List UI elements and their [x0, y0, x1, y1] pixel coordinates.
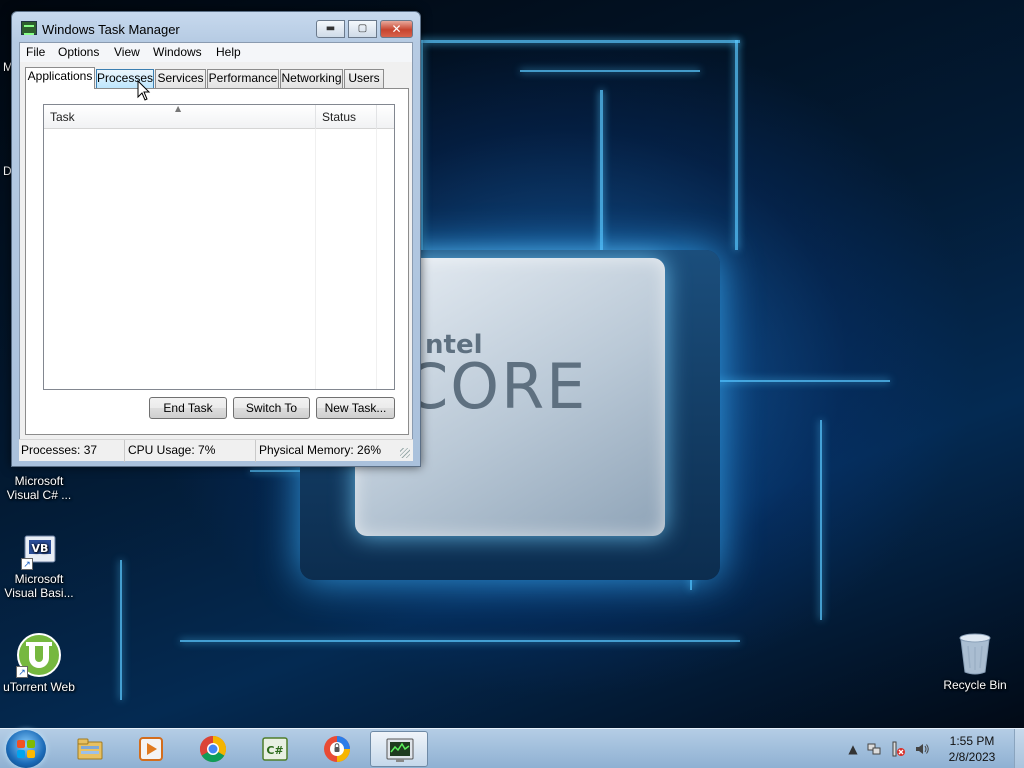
menu-help[interactable]: Help — [216, 45, 241, 59]
clock-time[interactable]: 1:55 PM — [942, 734, 1002, 748]
end-task-button[interactable]: End Task — [149, 397, 227, 419]
file-explorer-icon — [77, 738, 103, 760]
resize-grip-icon[interactable] — [400, 448, 410, 458]
windows-logo-icon — [17, 740, 35, 758]
applications-panel: ▲ Task Status End Task Switch To New Tas… — [25, 88, 409, 435]
minimize-button[interactable]: ▬ — [316, 20, 345, 38]
volume-icon[interactable] — [914, 741, 930, 757]
maximize-button[interactable]: ▢ — [348, 20, 377, 38]
wallpaper-glow-line — [520, 70, 700, 72]
status-bar: Processes: 37 CPU Usage: 7% Physical Mem… — [19, 439, 413, 462]
status-processes: Processes: 37 — [19, 440, 125, 462]
window-client-area: File Options View Windows Help Applicati… — [19, 42, 413, 461]
mouse-cursor-icon — [137, 80, 151, 101]
menu-bar: File Options View Windows Help — [20, 43, 412, 62]
task-manager-window[interactable]: Windows Task Manager ▬ ▢ ✕ File Options … — [11, 11, 421, 467]
visual-basic-icon: VB ↗ — [21, 534, 57, 570]
window-title: Windows Task Manager — [42, 22, 180, 37]
menu-view[interactable]: View — [114, 45, 140, 59]
new-task-button[interactable]: New Task... — [316, 397, 395, 419]
close-button[interactable]: ✕ — [380, 20, 413, 38]
taskbar-file-explorer[interactable] — [61, 731, 117, 767]
desktop-icon-label: Visual Basi... — [4, 586, 74, 600]
utorrent-icon: ↗ — [16, 632, 62, 678]
desktop-icon-visual-basic[interactable]: VB ↗ Microsoft Visual Basi... — [0, 534, 78, 600]
wallpaper-glow-line — [690, 380, 890, 382]
wallpaper-product-text: CORE — [405, 350, 588, 423]
taskbar-vpn-shield[interactable] — [308, 731, 364, 767]
tab-control: Applications Processes Services Performa… — [25, 67, 409, 437]
wallpaper-glow-line — [735, 40, 738, 250]
media-player-icon — [139, 737, 163, 761]
tab-applications[interactable]: Applications — [25, 67, 95, 89]
taskbar: C# ▲ 1:55 PM 2/8/2023 — [0, 728, 1024, 768]
menu-file[interactable]: File — [26, 45, 45, 59]
desktop-icon-visual-csharp[interactable]: Microsoft Visual C# ... — [0, 474, 78, 502]
tab-performance[interactable]: Performance — [207, 69, 279, 88]
recycle-bin-icon — [957, 632, 993, 676]
shortcut-arrow-icon: ↗ — [21, 558, 33, 570]
desktop-icon-label: uTorrent Web — [3, 680, 75, 694]
action-center-icon[interactable] — [890, 741, 906, 757]
vpn-shield-icon — [324, 736, 350, 762]
window-titlebar[interactable]: Windows Task Manager ▬ ▢ ✕ — [12, 12, 420, 44]
network-icon[interactable] — [866, 741, 882, 757]
desktop-icon-label: Recycle Bin — [943, 678, 1007, 692]
switch-to-button[interactable]: Switch To — [233, 397, 310, 419]
task-list[interactable]: ▲ Task Status — [43, 104, 395, 390]
wallpaper-glow-line — [180, 640, 740, 642]
desktop-icon-recycle-bin[interactable]: Recycle Bin — [936, 632, 1014, 692]
tab-networking[interactable]: Networking — [280, 69, 343, 88]
taskbar-task-manager[interactable] — [370, 731, 428, 767]
column-divider — [315, 129, 316, 389]
wallpaper-glow-line — [120, 560, 122, 700]
desktop-icon-label: Microsoft — [14, 572, 64, 586]
tab-users[interactable]: Users — [344, 69, 384, 88]
clock-date[interactable]: 2/8/2023 — [942, 750, 1002, 764]
column-header-task[interactable]: Task — [44, 105, 316, 129]
shortcut-arrow-icon: ↗ — [16, 666, 28, 678]
start-button[interactable] — [6, 730, 46, 768]
wallpaper-glow-line — [420, 40, 740, 43]
csharp-studio-icon: C# — [262, 737, 288, 761]
menu-windows[interactable]: Windows — [153, 45, 202, 59]
wallpaper-glow-line — [600, 90, 603, 250]
wallpaper-glow-line — [820, 420, 822, 620]
vb-badge: VB — [32, 542, 49, 555]
show-hidden-icons-button[interactable]: ▲ — [845, 741, 861, 757]
status-physical-memory: Physical Memory: 26% — [259, 443, 382, 457]
status-cpu-usage: CPU Usage: 7% — [125, 440, 256, 462]
taskbar-chrome[interactable] — [184, 731, 240, 767]
desktop-icon-label: Visual C# ... — [6, 488, 72, 502]
taskbar-media-player[interactable] — [122, 731, 178, 767]
csharp-label: C# — [266, 744, 283, 757]
menu-options[interactable]: Options — [58, 45, 99, 59]
task-manager-app-icon — [21, 21, 37, 35]
chrome-icon — [199, 735, 227, 763]
show-desktop-button[interactable] — [1014, 729, 1024, 768]
tab-services[interactable]: Services — [155, 69, 206, 88]
task-list-header: ▲ Task Status — [44, 104, 394, 129]
desktop-icon-utorrent[interactable]: ↗ uTorrent Web — [0, 632, 78, 694]
desktop-icon-label: Microsoft — [14, 474, 64, 488]
column-divider — [376, 129, 377, 389]
column-header-status[interactable]: Status — [316, 105, 377, 129]
taskbar-csharp-studio[interactable]: C# — [246, 731, 302, 767]
task-manager-icon — [386, 738, 414, 762]
